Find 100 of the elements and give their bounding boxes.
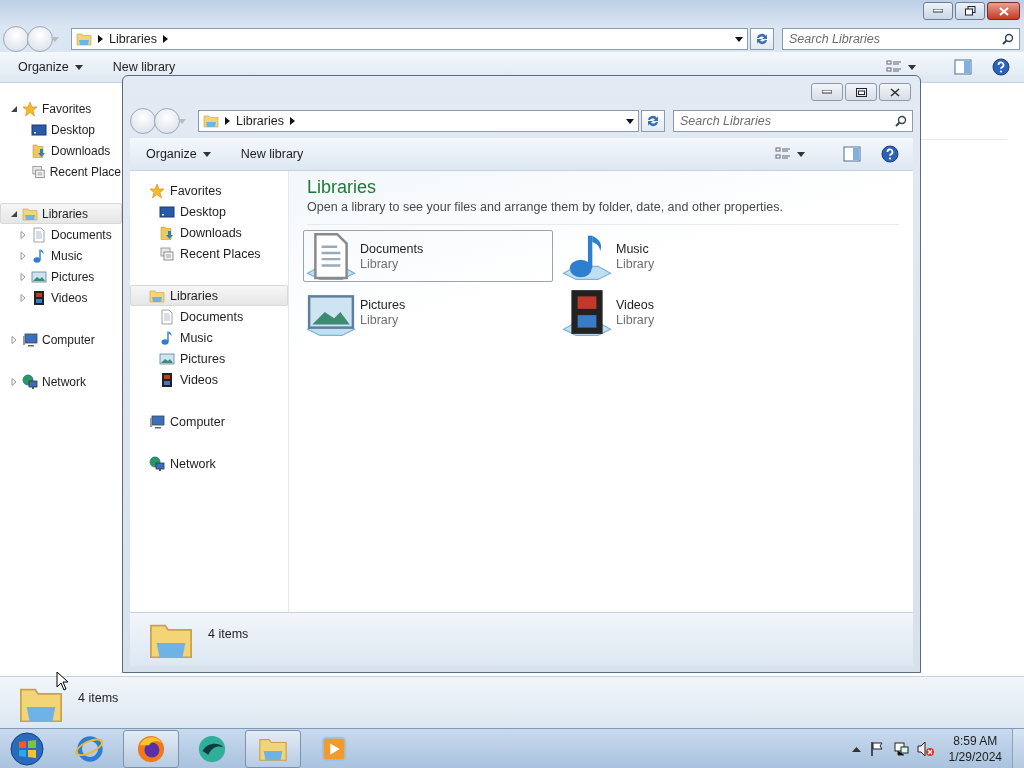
nav-item[interactable]: Network — [130, 453, 288, 474]
expand-icon[interactable] — [10, 335, 18, 344]
address-bar[interactable]: Libraries — [71, 28, 748, 50]
library-type: Library — [360, 256, 400, 271]
expand-icon[interactable] — [10, 377, 18, 386]
collapse-icon[interactable] — [10, 209, 18, 218]
nav-item[interactable]: Music — [130, 327, 288, 348]
nav-item[interactable]: Desktop — [0, 119, 122, 140]
nav-item[interactable]: Libraries — [0, 203, 122, 224]
clock-time[interactable]: 8:59 AM — [953, 732, 998, 749]
organize-button[interactable]: Organize — [10, 60, 91, 74]
page-description: Open a library to see your files and arrange them by folder, date, and other properties. — [307, 200, 899, 225]
search-field[interactable]: Search Libraries — [782, 28, 1020, 50]
new-library-button[interactable]: New library — [104, 60, 184, 74]
nav-item[interactable]: Computer — [130, 411, 288, 432]
address-bar[interactable]: Libraries — [198, 110, 639, 132]
refresh-icon — [755, 32, 769, 46]
nav-item[interactable]: Desktop — [130, 201, 288, 222]
flag-icon[interactable] — [868, 740, 885, 757]
refresh-icon — [646, 114, 660, 128]
nav-item[interactable]: Recent Place — [0, 161, 122, 182]
refresh-button[interactable] — [750, 28, 774, 50]
library-tile[interactable]: Music Library — [559, 230, 809, 282]
dropdown-icon — [735, 36, 743, 42]
library-tile[interactable]: Pictures Library — [303, 286, 553, 338]
back-button[interactable] — [3, 26, 29, 52]
item-count: 4 items — [208, 627, 249, 641]
nav-item[interactable]: Favorites — [0, 98, 122, 119]
refresh-button[interactable] — [641, 110, 665, 132]
maximize-button[interactable] — [845, 83, 877, 101]
maximize-icon — [855, 87, 867, 97]
library-tile[interactable]: Documents Library — [303, 230, 553, 282]
globe-monitor-icon — [22, 373, 38, 390]
help-icon[interactable] — [881, 145, 899, 163]
caret-icon — [74, 64, 83, 70]
folder-icon — [22, 205, 38, 222]
caret-icon[interactable] — [851, 745, 861, 752]
close-icon — [998, 6, 1009, 16]
search-icon — [1002, 33, 1014, 45]
nav-item[interactable]: Downloads — [130, 222, 288, 243]
preview-pane-icon[interactable] — [954, 59, 972, 75]
show-desktop-button[interactable] — [1012, 729, 1024, 768]
nav-item[interactable]: Libraries — [130, 285, 288, 306]
library-type: Library — [616, 312, 655, 327]
back-button[interactable] — [130, 108, 156, 134]
minimize-icon — [933, 9, 943, 13]
ring-icon — [75, 733, 105, 764]
clock-date[interactable]: 1/29/2024 — [948, 748, 1002, 765]
nav-item[interactable]: Pictures — [0, 266, 122, 287]
nav-item[interactable]: Network — [0, 371, 122, 392]
nav-item[interactable]: Recent Places — [130, 243, 288, 264]
recent-icon — [30, 163, 46, 180]
search-field[interactable]: Search Libraries — [673, 110, 913, 132]
computer-icon — [22, 331, 38, 348]
expand-icon[interactable] — [19, 251, 27, 260]
library-name: Documents — [360, 241, 424, 256]
view-options-icon[interactable] — [775, 147, 791, 161]
arrow-icon — [289, 117, 295, 125]
nav-item[interactable]: Music — [0, 245, 122, 266]
nav-item[interactable]: Videos — [0, 287, 122, 308]
library-tile[interactable]: Videos Library — [559, 286, 809, 338]
library-type: Library — [360, 312, 400, 327]
library-name: Videos — [616, 297, 655, 312]
nav-item[interactable]: Documents — [130, 306, 288, 327]
organize-button[interactable]: Organize — [138, 143, 219, 165]
minimize-button[interactable] — [923, 2, 953, 20]
close-button[interactable] — [879, 83, 911, 101]
expand-icon[interactable] — [19, 293, 27, 302]
caret-icon[interactable] — [797, 151, 805, 157]
close-button[interactable] — [987, 2, 1020, 20]
forward-button[interactable] — [154, 108, 180, 134]
restore-button[interactable] — [955, 2, 985, 20]
search-icon — [895, 115, 907, 127]
network-icon[interactable] — [892, 740, 909, 757]
nav-item[interactable]: Downloads — [0, 140, 122, 161]
breadcrumb[interactable]: Libraries — [109, 32, 157, 46]
expand-icon[interactable] — [19, 230, 27, 239]
film-strip-icon — [31, 289, 47, 306]
new-library-button[interactable]: New library — [232, 143, 312, 165]
nav-item[interactable]: Favorites — [130, 180, 288, 201]
caret-icon[interactable] — [908, 64, 916, 70]
nav-item[interactable]: Computer — [0, 329, 122, 350]
nav-item[interactable]: Documents — [0, 224, 122, 245]
volume-muted-icon[interactable] — [916, 740, 935, 757]
film-strip-icon — [562, 287, 612, 337]
star-icon — [22, 100, 38, 117]
forward-button[interactable] — [27, 26, 53, 52]
preview-pane-icon[interactable] — [843, 146, 861, 162]
folder-arrow-icon — [31, 142, 47, 159]
caret-icon — [51, 36, 59, 42]
breadcrumb[interactable]: Libraries — [236, 114, 284, 128]
picture-icon — [31, 268, 47, 285]
expand-icon[interactable] — [19, 272, 27, 281]
help-icon[interactable] — [992, 58, 1010, 76]
nav-item[interactable]: Pictures — [130, 348, 288, 369]
document-icon — [306, 231, 356, 281]
nav-item[interactable]: Videos — [130, 369, 288, 390]
collapse-icon[interactable] — [10, 104, 18, 113]
taskbar-button[interactable] — [123, 729, 179, 768]
view-options-icon[interactable] — [886, 60, 902, 74]
